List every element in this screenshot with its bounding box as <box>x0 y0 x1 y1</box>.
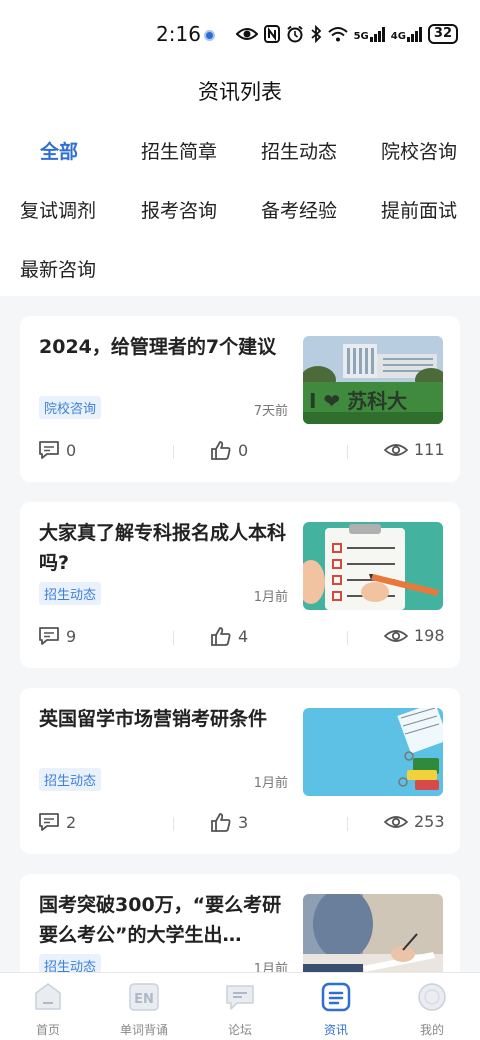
eye-icon <box>384 629 408 642</box>
eye-icon <box>235 28 258 40</box>
notification-dot-icon <box>204 30 215 41</box>
eye-icon <box>384 443 408 456</box>
view-count: 198 <box>384 626 445 645</box>
article-thumbnail: I ❤ 苏科大 <box>303 336 443 424</box>
view-count: 111 <box>384 440 445 459</box>
tab-admission-news[interactable]: 招生动态 <box>261 137 337 164</box>
article-title: 2024，给管理者的7个建议 <box>39 336 277 358</box>
forum-icon <box>226 985 254 1010</box>
divider <box>173 817 174 831</box>
thumbs-up-icon <box>211 813 231 832</box>
tab-all[interactable]: 全部 <box>40 137 78 164</box>
nav-news[interactable]: 资讯 <box>288 981 384 1038</box>
nav-label: 资讯 <box>323 1023 348 1037</box>
publish-time: 1月前 <box>253 776 288 791</box>
category-tag: 院校咨询 <box>39 396 102 419</box>
like-count-value: 3 <box>238 812 249 832</box>
article-title: 英国留学市场营销考研条件 <box>39 708 268 730</box>
comment-count-value: 0 <box>66 440 77 460</box>
bluetooth-icon <box>310 25 321 43</box>
profile-icon <box>418 983 446 1011</box>
divider <box>173 445 174 459</box>
view-count: 253 <box>384 812 445 831</box>
news-icon <box>321 982 351 1012</box>
eye-icon <box>384 815 408 828</box>
category-tag: 招生动态 <box>39 582 102 605</box>
nav-word-recite[interactable]: EN 单词背诵 <box>96 981 192 1038</box>
divider <box>347 631 348 645</box>
thumbs-up-icon <box>211 441 231 460</box>
tab-retest-adjust[interactable]: 复试调剂 <box>20 196 96 223</box>
comment-count[interactable]: 0 <box>38 440 76 460</box>
thumbs-up-icon <box>211 627 231 646</box>
publish-time: 7天前 <box>253 404 288 419</box>
tab-early-interview[interactable]: 提前面试 <box>381 196 457 223</box>
like-count[interactable]: 3 <box>210 812 248 832</box>
signal-5g: 5G <box>354 26 385 42</box>
battery-icon: 32 <box>427 24 458 44</box>
signal-bars-icon <box>369 26 385 42</box>
nav-home[interactable]: 首页 <box>0 981 96 1038</box>
divider <box>173 631 174 645</box>
header-area: 2:16 5G 4G 32 资讯列表 全部 招生简章 招生动态 院校咨询 复试调… <box>0 0 480 296</box>
like-count-value: 0 <box>238 440 249 460</box>
comment-icon <box>39 441 59 459</box>
nav-label: 论坛 <box>227 1023 252 1037</box>
divider <box>347 445 348 459</box>
article-thumbnail <box>303 708 443 796</box>
student-writing-image <box>303 894 443 982</box>
article-card[interactable]: 大家真了解专科报名成人本科吗? 招生动态 1月前 9 4 198 <box>20 502 460 668</box>
nav-forum[interactable]: 论坛 <box>192 981 288 1038</box>
alarm-icon <box>286 25 303 43</box>
like-count[interactable]: 4 <box>210 626 248 646</box>
campus-sign-text: I ❤ 苏科大 <box>309 389 407 413</box>
tab-exam-consult[interactable]: 报考咨询 <box>141 196 217 223</box>
signal-bars-2-icon <box>406 26 422 42</box>
article-title: 国考突破300万，“要么考研要么考公”的大学生出… <box>39 894 282 946</box>
nav-label: 首页 <box>35 1023 60 1037</box>
article-title: 大家真了解专科报名成人本科吗? <box>39 522 287 574</box>
like-count[interactable]: 0 <box>210 440 248 460</box>
view-count-value: 253 <box>414 812 445 831</box>
like-count-value: 4 <box>238 626 249 646</box>
tab-school-consult[interactable]: 院校咨询 <box>381 137 457 164</box>
status-icons: 5G 4G 32 <box>235 24 458 44</box>
nav-label: 我的 <box>419 1023 444 1037</box>
article-thumbnail <box>303 894 443 982</box>
comment-count[interactable]: 9 <box>38 626 76 646</box>
signal-4g: 4G <box>391 26 422 42</box>
en-icon-text: EN <box>134 992 154 1007</box>
divider <box>347 817 348 831</box>
tab-prep-experience[interactable]: 备考经验 <box>261 196 337 223</box>
comment-count-value: 2 <box>66 812 77 832</box>
tab-admission-guide[interactable]: 招生简章 <box>141 137 217 164</box>
comment-icon <box>39 813 59 831</box>
status-bar: 2:16 5G 4G 32 <box>0 18 480 52</box>
network-4g-label: 4G <box>390 31 406 42</box>
comment-icon <box>39 627 59 645</box>
bottom-nav: 首页 EN 单词背诵 论坛 资讯 我的 <box>0 972 480 1040</box>
publish-time: 1月前 <box>253 590 288 605</box>
home-icon <box>35 983 61 1010</box>
article-card[interactable]: 英国留学市场营销考研条件 招生动态 1月前 2 3 253 <box>20 688 460 854</box>
campus-image: I ❤ 苏科大 <box>303 336 443 424</box>
status-time: 2:16 <box>156 22 201 46</box>
nav-profile[interactable]: 我的 <box>384 981 480 1038</box>
page-title: 资讯列表 <box>198 80 282 104</box>
view-count-value: 198 <box>414 626 445 645</box>
stationery-image <box>303 708 443 796</box>
nfc-icon <box>263 25 280 43</box>
comment-count-value: 9 <box>66 626 77 646</box>
category-tag: 招生动态 <box>39 768 102 791</box>
network-5g-label: 5G <box>353 31 369 42</box>
comment-count[interactable]: 2 <box>38 812 76 832</box>
tab-latest-consult[interactable]: 最新咨询 <box>20 255 96 282</box>
view-count-value: 111 <box>414 440 445 459</box>
wifi-icon <box>327 27 348 42</box>
en-icon: EN <box>129 983 159 1011</box>
article-card[interactable]: 2024，给管理者的7个建议 I ❤ 苏科大 院校咨询 7天前 0 0 111 <box>20 316 460 482</box>
article-thumbnail <box>303 522 443 610</box>
checklist-image <box>303 522 443 610</box>
nav-label: 单词背诵 <box>119 1023 168 1037</box>
